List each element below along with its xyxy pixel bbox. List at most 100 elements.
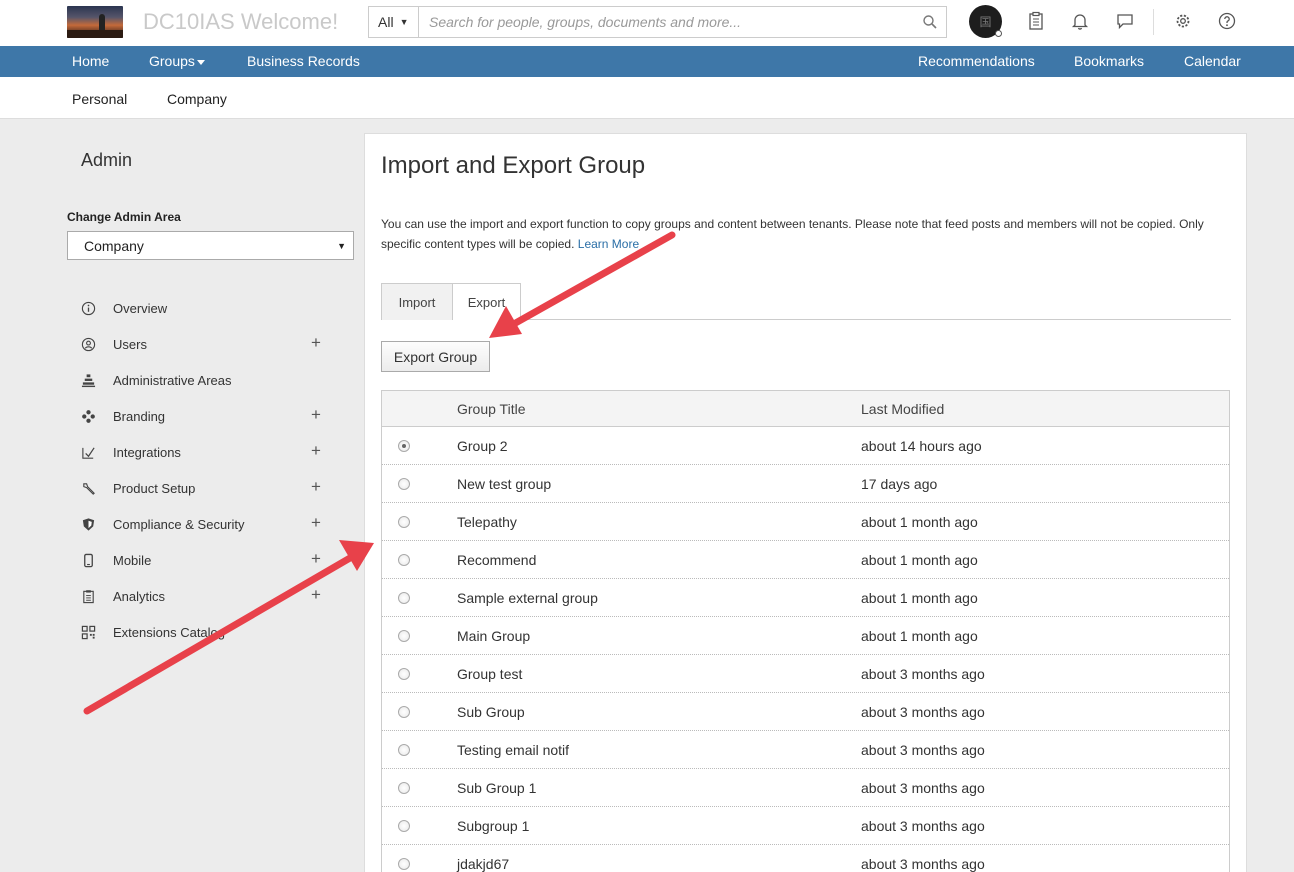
row-radio-button[interactable] — [398, 592, 410, 604]
help-icon[interactable] — [1217, 11, 1237, 31]
table-row[interactable]: Sub Group about 3 months ago — [382, 693, 1229, 731]
header-divider — [1153, 9, 1154, 35]
sidebar-item-label: Product Setup — [113, 481, 196, 496]
shield-icon — [82, 518, 95, 531]
table-row[interactable]: Testing email notif about 3 months ago — [382, 731, 1229, 769]
table-row[interactable]: Subgroup 1 about 3 months ago — [382, 807, 1229, 845]
subnav-personal[interactable]: Personal — [72, 91, 127, 107]
row-radio-button[interactable] — [398, 440, 410, 452]
table-row[interactable]: Sample external group about 1 month ago — [382, 579, 1229, 617]
sidebar-item-mobile[interactable]: Mobile + — [81, 549, 331, 573]
expand-icon[interactable]: + — [311, 333, 321, 353]
column-header-last-modified[interactable]: Last Modified — [861, 401, 944, 417]
sidebar-item-users[interactable]: Users + — [81, 333, 331, 357]
subnav-company[interactable]: Company — [167, 91, 227, 107]
expand-icon[interactable]: + — [311, 585, 321, 605]
sub-nav: Personal Company — [0, 77, 1294, 119]
sidebar-item-product-setup[interactable]: Product Setup + — [81, 477, 331, 501]
row-radio-button[interactable] — [398, 516, 410, 528]
group-title-cell: Main Group — [457, 628, 531, 644]
nav-home[interactable]: Home — [72, 53, 109, 69]
table-row[interactable]: New test group 17 days ago — [382, 465, 1229, 503]
tasks-icon[interactable] — [1026, 11, 1046, 31]
expand-icon[interactable]: + — [311, 405, 321, 425]
sidebar-item-overview[interactable]: Overview — [81, 297, 331, 321]
table-row[interactable]: jdakjd67 about 3 months ago — [382, 845, 1229, 872]
avatar[interactable]: 国 — [969, 5, 1002, 38]
last-modified-cell: about 1 month ago — [861, 552, 978, 568]
nav-calendar[interactable]: Calendar — [1184, 53, 1241, 69]
row-radio-button[interactable] — [398, 782, 410, 794]
sidebar-item-label: Mobile — [113, 553, 152, 568]
column-header-group-title[interactable]: Group Title — [457, 401, 525, 417]
bell-icon[interactable] — [1070, 11, 1090, 31]
admin-area-value: Company — [84, 237, 144, 254]
group-title-cell: New test group — [457, 476, 552, 492]
sidebar-title: Admin — [81, 150, 133, 170]
group-title-cell: Telepathy — [457, 514, 517, 530]
row-radio-button[interactable] — [398, 478, 410, 490]
sidebar-item-label: Overview — [113, 301, 168, 316]
hierarchy-icon — [81, 374, 96, 388]
sidebar-item-label: Integrations — [113, 445, 181, 460]
sidebar-item-integrations[interactable]: Integrations + — [81, 441, 331, 465]
sidebar-item-compliance-security[interactable]: Compliance & Security + — [81, 513, 331, 537]
expand-icon[interactable]: + — [311, 549, 321, 569]
palette-icon — [82, 410, 95, 423]
tab-import[interactable]: Import — [381, 283, 453, 320]
sidebar-item-administrative-areas[interactable]: Administrative Areas — [81, 369, 331, 393]
table-row[interactable]: Group test about 3 months ago — [382, 655, 1229, 693]
row-radio-button[interactable] — [398, 630, 410, 642]
gear-icon[interactable] — [1173, 11, 1193, 31]
row-radio-button[interactable] — [398, 554, 410, 566]
group-title-cell: jdakjd67 — [457, 856, 510, 872]
row-radio-button[interactable] — [398, 668, 410, 680]
tab-export[interactable]: Export — [453, 283, 521, 321]
search-input[interactable] — [419, 7, 899, 37]
row-radio-button[interactable] — [398, 744, 410, 756]
info-icon — [81, 301, 96, 316]
sidebar-item-analytics[interactable]: Analytics + — [81, 585, 331, 609]
main-panel: Import and Export Group You can use the … — [364, 133, 1247, 872]
last-modified-cell: about 3 months ago — [861, 742, 985, 758]
nav-recommendations[interactable]: Recommendations — [918, 53, 1035, 69]
table-row[interactable]: Sub Group 1 about 3 months ago — [382, 769, 1229, 807]
last-modified-cell: about 1 month ago — [861, 628, 978, 644]
table-row[interactable]: Telepathy about 1 month ago — [382, 503, 1229, 541]
table-row[interactable]: Group 2 about 14 hours ago — [382, 427, 1229, 465]
nav-business-records[interactable]: Business Records — [247, 53, 360, 69]
row-radio-button[interactable] — [398, 706, 410, 718]
table-row[interactable]: Main Group about 1 month ago — [382, 617, 1229, 655]
site-logo[interactable] — [67, 6, 123, 38]
sidebar-item-label: Branding — [113, 409, 166, 424]
groups-table: Group Title Last Modified Group 2 about 1… — [381, 390, 1230, 872]
export-group-button[interactable]: Export Group — [381, 341, 490, 372]
nav-bookmarks[interactable]: Bookmarks — [1074, 53, 1144, 69]
panel-description: You can use the import and export functi… — [381, 214, 1221, 254]
group-title-cell: Group test — [457, 666, 523, 682]
top-header: DC10IAS Welcome! All ▼ 国 — [0, 0, 1294, 46]
sidebar-item-label: Analytics — [113, 589, 166, 604]
search-scope-dropdown[interactable]: All ▼ — [368, 6, 419, 38]
app-title: DC10IAS Welcome! — [143, 9, 339, 34]
expand-icon[interactable]: + — [311, 513, 321, 533]
sidebar-item-branding[interactable]: Branding + — [81, 405, 331, 429]
description-text: You can use the import and export functi… — [381, 217, 1204, 251]
admin-area-select[interactable]: Company ▼ — [67, 231, 354, 260]
chat-icon[interactable] — [1115, 11, 1135, 31]
qr-grid-icon — [81, 625, 96, 640]
search-icon[interactable] — [922, 14, 938, 30]
row-radio-button[interactable] — [398, 858, 410, 870]
avatar-initial: 国 — [979, 15, 992, 29]
expand-icon[interactable]: + — [311, 441, 321, 461]
nav-groups[interactable]: Groups — [149, 53, 205, 69]
table-row[interactable]: Recommend about 1 month ago — [382, 541, 1229, 579]
learn-more-link[interactable]: Learn More — [578, 237, 639, 251]
expand-icon[interactable]: + — [311, 477, 321, 497]
row-radio-button[interactable] — [398, 820, 410, 832]
tab-bar: Import Export — [381, 283, 1231, 321]
nav-groups-label: Groups — [149, 53, 195, 69]
sidebar-item-extensions-catalog[interactable]: Extensions Catalog — [81, 621, 331, 645]
chevron-down-icon: ▼ — [399, 17, 409, 27]
last-modified-cell: about 1 month ago — [861, 590, 978, 606]
